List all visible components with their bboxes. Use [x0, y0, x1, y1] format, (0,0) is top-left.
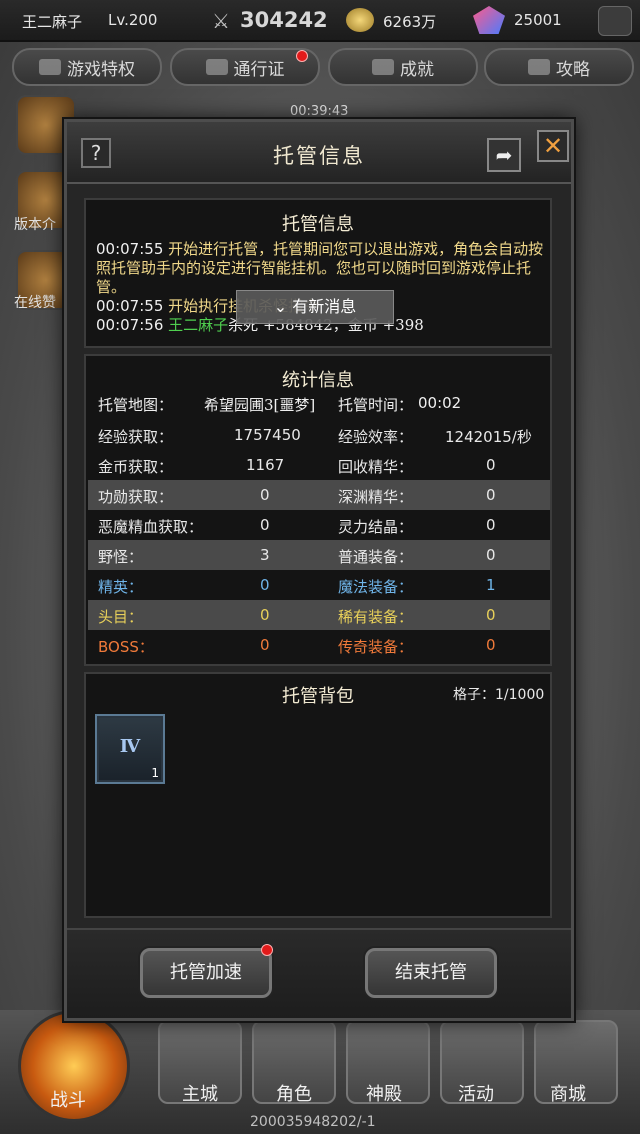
privilege-icon — [39, 59, 61, 75]
top-status-bar: 王二麻子 Lv.200 ⚔ 304242 6263万 25001 — [0, 0, 640, 42]
version-intro-label: 版本介 — [14, 217, 56, 233]
stat-row: 功勋获取： 0 深渊精华： 0 — [88, 480, 550, 510]
stat-row: 精英： 0 魔法装备： 1 — [98, 576, 496, 596]
close-icon[interactable]: ✕ — [537, 130, 569, 162]
player-level: Lv.200 — [108, 11, 158, 29]
log-panel-title: 托管信息 — [282, 214, 354, 235]
nav-temple-label: 神殿 — [366, 1084, 402, 1105]
item-count: 1 — [151, 766, 159, 780]
guide-icon — [528, 59, 550, 75]
hosting-bag-panel: 托管背包 格子：1/1000 Ⅳ 1 — [84, 672, 552, 918]
tab-guide[interactable]: 攻略 — [484, 48, 634, 86]
end-hosting-button[interactable]: 结束托管 — [365, 948, 497, 998]
statistics-panel: 统计信息 托管地图： 希望园圃3[噩梦] 托管时间： 00:02 经验获取： 1… — [84, 354, 552, 666]
auto-hosting-dialog: ? 托管信息 ➦ ✕ 托管信息 00:07:55 开始进行托管，托管期间您可以退… — [64, 119, 574, 1021]
achievement-icon — [372, 59, 394, 75]
stage-timer: 00:39:43 — [290, 104, 349, 119]
gold-amount: 6263万 — [383, 13, 437, 31]
tab-game-privilege[interactable]: 游戏特权 — [12, 48, 162, 86]
stat-row: 头目： 0 稀有装备： 0 — [88, 600, 550, 630]
item-grade-label: Ⅳ — [119, 736, 141, 757]
nav-character-label: 角色 — [276, 1084, 312, 1105]
stat-row: 恶魔精血获取： 0 灵力结晶： 0 — [98, 516, 496, 536]
new-message-button[interactable]: ⌄ 有新消息 — [236, 290, 394, 324]
feature-tabs: 游戏特权 通行证 成就 攻略 — [0, 48, 640, 88]
online-reward-label: 在线赞 — [14, 295, 56, 311]
player-name: 王二麻子 — [22, 13, 83, 31]
diamond-icon — [473, 6, 505, 34]
server-id: 200035948202/-1 — [250, 1114, 376, 1130]
combat-power-value: 304242 — [240, 8, 328, 32]
hosting-log-panel: 托管信息 00:07:55 开始进行托管，托管期间您可以退出游戏，角色会自动按照… — [84, 198, 552, 348]
stat-row: 金币获取： 1167 回收精华： 0 — [98, 456, 496, 476]
nav-battle-label: 战斗 — [50, 1090, 86, 1111]
speedup-notification-dot — [261, 944, 273, 956]
tab-achievement[interactable]: 成就 — [328, 48, 478, 86]
share-icon[interactable]: ➦ — [487, 138, 521, 172]
stat-row: 经验获取： 1757450 经验效率： 1242015/秒 — [98, 426, 532, 446]
nav-shop-label: 商城 — [550, 1084, 586, 1105]
map-row: 托管地图： 希望园圃3[噩梦] 托管时间： 00:02 — [98, 394, 462, 414]
bag-capacity: 格子：1/1000 — [453, 687, 545, 703]
combat-power-icon: ⚔ — [212, 9, 230, 33]
menu-button[interactable] — [598, 6, 632, 36]
diamond-amount: 25001 — [514, 11, 562, 29]
hosting-speedup-button[interactable]: 托管加速 — [140, 948, 272, 998]
stat-row: 野怪： 3 普通装备： 0 — [88, 540, 550, 570]
nav-activity-label: 活动 — [458, 1084, 494, 1105]
nav-main-city-label: 主城 — [182, 1084, 218, 1105]
stat-row: BOSS： 0 传奇装备： 0 — [98, 636, 496, 656]
dialog-header: ? 托管信息 ➦ ✕ — [67, 122, 571, 184]
notification-dot — [296, 50, 308, 62]
bag-slot-item[interactable]: Ⅳ 1 — [95, 714, 165, 784]
pass-icon — [205, 59, 228, 75]
gold-coin-icon — [346, 8, 374, 32]
log-line: 00:07:55 开始进行托管，托管期间您可以退出游戏，角色会自动按照托管助手内… — [96, 240, 544, 296]
